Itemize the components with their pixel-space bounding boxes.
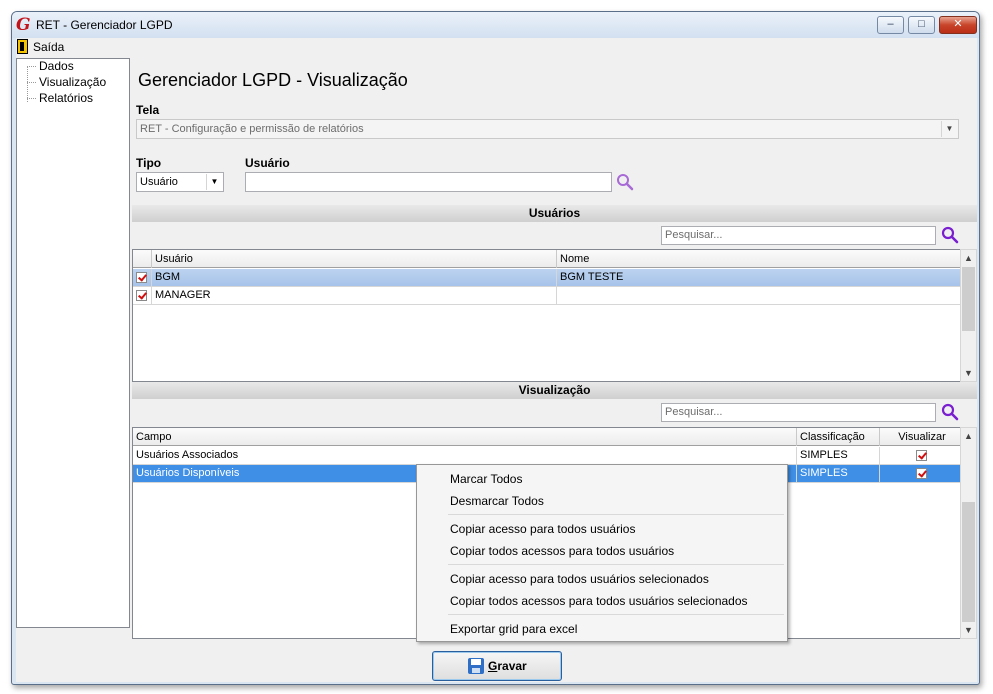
save-button-label: Gravar [488, 659, 527, 673]
close-button[interactable]: ✕ [939, 16, 977, 34]
exit-menu-item[interactable]: Saída [16, 38, 76, 56]
menu-item-desmarcar-todos[interactable]: Desmarcar Todos [450, 494, 544, 508]
door-exit-icon [17, 39, 28, 54]
usuarios-section-header: Usuários [132, 205, 977, 222]
search-icon[interactable] [941, 403, 959, 421]
tree-item-relatorios[interactable]: Relatórios [27, 91, 93, 105]
visualizacao-scrollbar[interactable]: ▲ ▼ [960, 427, 977, 639]
usuarios-scrollbar[interactable]: ▲ ▼ [960, 249, 977, 382]
column-header-visualizar[interactable]: Visualizar [880, 428, 962, 446]
visualizacao-search-input[interactable]: Pesquisar... [661, 403, 936, 422]
cell-classificacao: SIMPLES [797, 465, 880, 483]
search-icon[interactable] [941, 226, 959, 244]
tree-item-visualizacao[interactable]: Visualização [27, 75, 106, 89]
tipo-value: Usuário [140, 176, 178, 188]
app-logo-icon: G [16, 15, 31, 35]
visualizacao-grid-header: Campo Classificação Visualizar [133, 428, 962, 446]
cell-nome [557, 287, 962, 305]
scroll-down-icon[interactable]: ▼ [961, 365, 976, 381]
cell-usuario: BGM [152, 269, 557, 287]
column-header-nome[interactable]: Nome [557, 250, 962, 268]
menu-item-marcar-todos[interactable]: Marcar Todos [450, 472, 522, 486]
checkbox-checked-icon[interactable] [136, 290, 147, 301]
cell-classificacao: SIMPLES [797, 447, 880, 465]
tree-item-dados[interactable]: Dados [27, 59, 74, 73]
scroll-thumb[interactable] [962, 267, 975, 331]
usuarios-grid-header: Usuário Nome [133, 250, 962, 268]
scroll-up-icon[interactable]: ▲ [961, 428, 976, 444]
usuario-input[interactable] [245, 172, 612, 192]
tipo-select[interactable]: Usuário ▼ [136, 172, 224, 192]
search-icon[interactable] [616, 173, 634, 191]
checkbox-checked-icon[interactable] [916, 450, 927, 461]
floppy-disk-icon [468, 658, 484, 674]
checkbox-checked-icon[interactable] [136, 272, 147, 283]
row-check-cell[interactable] [133, 287, 152, 305]
context-menu: Marcar Todos Desmarcar Todos Copiar aces… [416, 464, 788, 642]
column-header-classificacao[interactable]: Classificação [797, 428, 880, 446]
table-row[interactable]: BGM BGM TESTE [133, 269, 962, 287]
menu-bar: Saída [16, 38, 977, 56]
cell-usuario: MANAGER [152, 287, 557, 305]
exit-label: Saída [33, 40, 65, 54]
navigation-tree: Dados Visualização Relatórios [16, 58, 130, 628]
cell-visualizar[interactable] [880, 465, 962, 483]
usuarios-search-input[interactable]: Pesquisar... [661, 226, 936, 245]
cell-nome: BGM TESTE [560, 271, 624, 283]
table-row[interactable]: MANAGER [133, 287, 962, 305]
tela-select[interactable]: RET - Configuração e permissão de relató… [136, 119, 959, 139]
table-row[interactable]: Usuários Associados SIMPLES [133, 447, 962, 465]
page-title: Gerenciador LGPD - Visualização [138, 70, 408, 90]
menu-separator [448, 614, 784, 615]
menu-item-copiar-todos-acessos-todos[interactable]: Copiar todos acessos para todos usuários [450, 544, 674, 558]
scroll-up-icon[interactable]: ▲ [961, 250, 976, 266]
window-title: RET - Gerenciador LGPD [36, 18, 173, 32]
tela-label: Tela [136, 103, 160, 117]
usuarios-grid: Usuário Nome BGM BGM TESTE MANAGER [132, 249, 963, 382]
menu-item-copiar-acesso-selecionados[interactable]: Copiar acesso para todos usuários seleci… [450, 572, 709, 586]
menu-item-copiar-todos-acessos-selecionados[interactable]: Copiar todos acessos para todos usuários… [450, 594, 748, 608]
menu-separator [448, 564, 784, 565]
column-header-usuario[interactable]: Usuário [152, 250, 557, 268]
minimize-button[interactable]: – [877, 16, 904, 34]
visualizacao-section-header: Visualização [132, 382, 977, 399]
header-check-column [133, 250, 152, 268]
tela-value: RET - Configuração e permissão de relató… [140, 123, 364, 135]
tipo-label: Tipo [136, 156, 162, 170]
scroll-down-icon[interactable]: ▼ [961, 622, 976, 638]
title-bar: G RET - Gerenciador LGPD – □ ✕ [12, 12, 979, 38]
chevron-down-icon: ▼ [206, 174, 222, 190]
client-area: Dados Visualização Relatórios Gerenciado… [16, 56, 977, 682]
menu-item-exportar-excel[interactable]: Exportar grid para excel [450, 622, 577, 636]
usuario-label: Usuário [245, 156, 290, 170]
checkbox-checked-icon[interactable] [916, 468, 927, 479]
save-button[interactable]: Gravar [432, 651, 562, 681]
menu-separator [448, 514, 784, 515]
main-window: G RET - Gerenciador LGPD – □ ✕ Saída Dad… [11, 11, 980, 685]
menu-item-copiar-acesso-todos[interactable]: Copiar acesso para todos usuários [450, 522, 635, 536]
column-header-campo[interactable]: Campo [133, 428, 797, 446]
scroll-thumb[interactable] [962, 502, 975, 622]
cell-campo: Usuários Associados [133, 447, 797, 465]
maximize-button[interactable]: □ [908, 16, 935, 34]
cell-visualizar[interactable] [880, 447, 962, 465]
row-check-cell[interactable] [133, 269, 152, 287]
chevron-down-icon: ▼ [941, 121, 957, 137]
